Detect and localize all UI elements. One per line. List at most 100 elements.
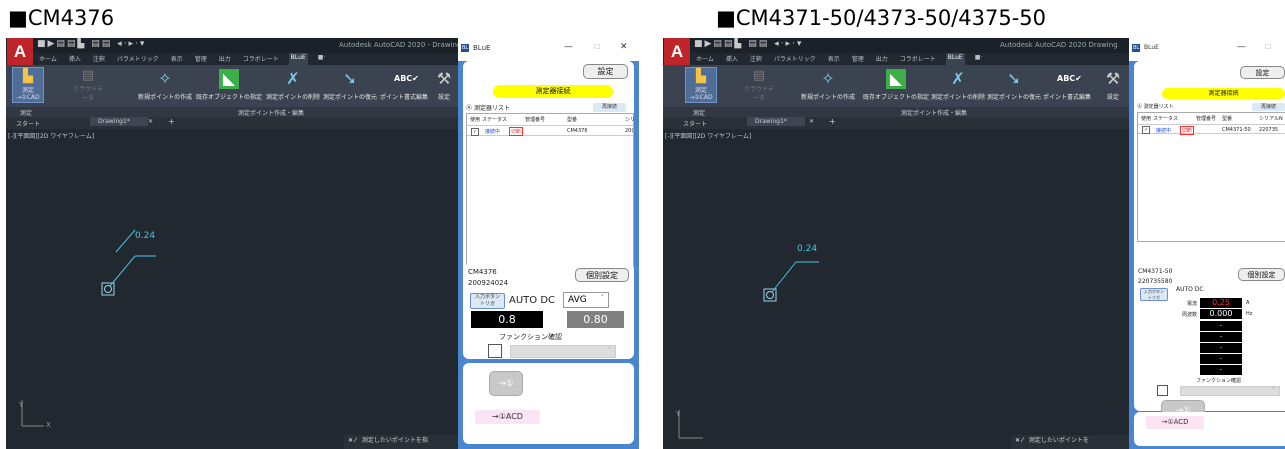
function-checkbox[interactable] xyxy=(488,344,502,358)
frequency-unit: Hz xyxy=(1246,311,1253,317)
function-select[interactable]: ˅ xyxy=(1180,386,1280,396)
collapse-icon[interactable]: Ⓐ xyxy=(1137,104,1142,110)
table-row[interactable]: ✓ 接続中 切断 CM4371-50 220735 xyxy=(1138,124,1285,135)
drawing-canvas[interactable] xyxy=(6,38,458,449)
col-model: 型番 xyxy=(1222,116,1233,122)
reconnect-button[interactable]: 再接続 xyxy=(1252,103,1285,111)
leader-line xyxy=(109,255,136,287)
current-label: 電流 xyxy=(1187,301,1198,307)
device-model: CM4376 xyxy=(468,268,497,276)
status-connected: 接続中 xyxy=(1156,128,1172,134)
chevron-down-icon: ˅ xyxy=(608,347,611,354)
dimension-text: 0.24 xyxy=(135,231,156,241)
axis-x-label: X xyxy=(46,421,51,429)
function-label: ファンクション確認 xyxy=(1196,378,1242,384)
disconnect-button[interactable]: 切断 xyxy=(1180,126,1195,135)
serial-cell: 20( xyxy=(625,128,634,134)
settings-button[interactable]: 設定 xyxy=(583,64,628,79)
axis-y-label: Y xyxy=(19,401,24,409)
measure-point-marker[interactable] xyxy=(101,282,115,296)
input-trigger-button[interactable]: 入力ボタン トリガ xyxy=(1140,288,1168,301)
app-icon: BL xyxy=(461,44,470,52)
command-prompt: 測定したいポイントを xyxy=(1028,437,1089,444)
col-model: 型番 xyxy=(567,117,578,123)
list-title: Ⓐ 測定器リスト xyxy=(1137,104,1174,110)
reading-slot-4: - xyxy=(1200,354,1242,364)
col-status: ステータス xyxy=(482,117,508,123)
device-serial: 200924024 xyxy=(468,279,509,287)
col-manage-no: 管理番号 xyxy=(525,117,546,123)
command-line[interactable]: ✕ ⁄ 測定したいポイントを指 xyxy=(344,435,458,449)
col-use: 使用 xyxy=(470,117,481,123)
minimize-icon[interactable]: — xyxy=(564,42,573,52)
reading-slot-3: - xyxy=(1200,343,1242,353)
dimension-line xyxy=(115,229,136,253)
model-cell: CM4376 xyxy=(567,128,588,134)
measured-value: 0.8 xyxy=(471,311,543,328)
close-window-icon[interactable]: ✕ xyxy=(620,42,628,52)
function-checkbox[interactable] xyxy=(1157,385,1168,396)
measure-point-marker[interactable] xyxy=(763,288,777,302)
col-serial: シリ xyxy=(625,117,636,123)
to-cad-button[interactable]: →①ACD xyxy=(475,410,540,424)
window-title: BLuE xyxy=(473,44,491,52)
dimension-text: 0.24 xyxy=(797,244,818,254)
avg-select[interactable]: AVG ˅ xyxy=(563,292,609,308)
arrow-cad-button[interactable]: →① xyxy=(489,371,523,396)
reading-slot-2: - xyxy=(1200,332,1242,342)
input-trigger-button[interactable]: 入力ボタン トリガ xyxy=(470,293,505,309)
connect-button[interactable]: 測定器接続 xyxy=(1162,88,1285,99)
chevron-down-icon: ˅ xyxy=(1272,387,1275,394)
device-list-card: 設定 測定器接続 Ⓐ 測定器リスト 再接続 使用 ステータス 管理番号 型番 シ… xyxy=(1134,61,1285,287)
measure-point-circle xyxy=(766,291,774,299)
reconnect-button[interactable]: 再接続 xyxy=(593,103,626,112)
function-label: ファンクション確認 xyxy=(499,333,562,341)
minimize-icon[interactable]: — xyxy=(1237,42,1246,52)
blue-window-right: BL BLuE — ☐ 設定 測定器接続 Ⓐ 測定器リスト 再接続 使用 ステー… xyxy=(1129,38,1285,449)
device-table: 使用 ステータス 管理番号 型番 シリアルN ✓ 接続中 切断 CM4371-5… xyxy=(1137,112,1285,242)
status-connected: 接続中 xyxy=(485,129,501,135)
autocad-window-left: ■▶▤▤▙ ▤▤ ◂·▸·▾ Autodesk AutoCAD 2020 - D… xyxy=(6,38,458,449)
drawing-canvas[interactable] xyxy=(663,38,1129,449)
average-value: 0.80 xyxy=(567,311,624,328)
device-serial: 220735580 xyxy=(1138,278,1173,285)
disconnect-button[interactable]: 切断 xyxy=(509,127,524,136)
function-select[interactable]: ˅ xyxy=(510,345,616,358)
close-icon[interactable]: ✕ ⁄ xyxy=(344,437,356,444)
left-heading: ■CM4376 xyxy=(8,6,115,30)
current-value: 0.25 xyxy=(1200,298,1242,308)
col-serial: シリアルN xyxy=(1259,116,1283,122)
window-titlebar: BL BLuE — ☐ ✕ xyxy=(458,38,639,61)
settings-button[interactable]: 設定 xyxy=(1240,66,1285,79)
to-cad-button[interactable]: →①ACD xyxy=(1146,416,1204,429)
use-checkbox[interactable]: ✓ xyxy=(471,128,480,136)
command-line[interactable]: ✕ ⁄ 測定したいポイントを xyxy=(1011,435,1129,449)
close-icon[interactable]: ✕ ⁄ xyxy=(1011,437,1023,444)
mode-label: AUTO DC xyxy=(509,295,556,306)
mode-label: AUTO DC xyxy=(1176,286,1204,293)
blue-window-left: BL BLuE — ☐ ✕ 設定 測定器接続 Ⓐ 測定器リスト 再接続 使用 ス… xyxy=(458,38,639,449)
table-row[interactable]: ✓ 接続中 切断 CM4376 20( xyxy=(467,125,633,136)
connect-button[interactable]: 測定器接続 xyxy=(493,85,613,98)
individual-settings-button[interactable]: 個別設定 xyxy=(1238,268,1285,281)
frequency-value: 0.000 xyxy=(1200,309,1242,319)
maximize-icon[interactable]: ☐ xyxy=(594,43,600,51)
command-prompt: 測定したいポイントを指 xyxy=(361,437,428,444)
maximize-icon[interactable]: ☐ xyxy=(1265,43,1271,51)
device-list-card: 設定 測定器接続 Ⓐ 測定器リスト 再接続 使用 ステータス 管理番号 型番 シ… xyxy=(463,61,636,303)
window-title: BLuE xyxy=(1144,44,1159,51)
serial-cell: 220735 xyxy=(1259,127,1279,133)
chevron-down-icon: ˅ xyxy=(600,294,605,302)
bottom-card: →①ACD xyxy=(1134,412,1285,446)
axis-y-label: Y xyxy=(676,410,681,418)
use-checkbox[interactable]: ✓ xyxy=(1142,126,1151,134)
individual-settings-button[interactable]: 個別設定 xyxy=(575,268,629,282)
bottom-card: →①ACD xyxy=(463,404,634,444)
measure-point-circle xyxy=(104,285,112,293)
window-titlebar: BL BLuE — ☐ xyxy=(1129,38,1285,61)
collapse-icon[interactable]: Ⓐ xyxy=(466,105,472,112)
leader-line xyxy=(771,261,797,293)
device-card: CM4376 200924024 個別設定 入力ボタン トリガ AUTO DC … xyxy=(463,264,634,359)
app-icon: BL xyxy=(1132,44,1141,52)
right-heading: ■CM4371-50/4373-50/4375-50 xyxy=(716,6,1047,30)
